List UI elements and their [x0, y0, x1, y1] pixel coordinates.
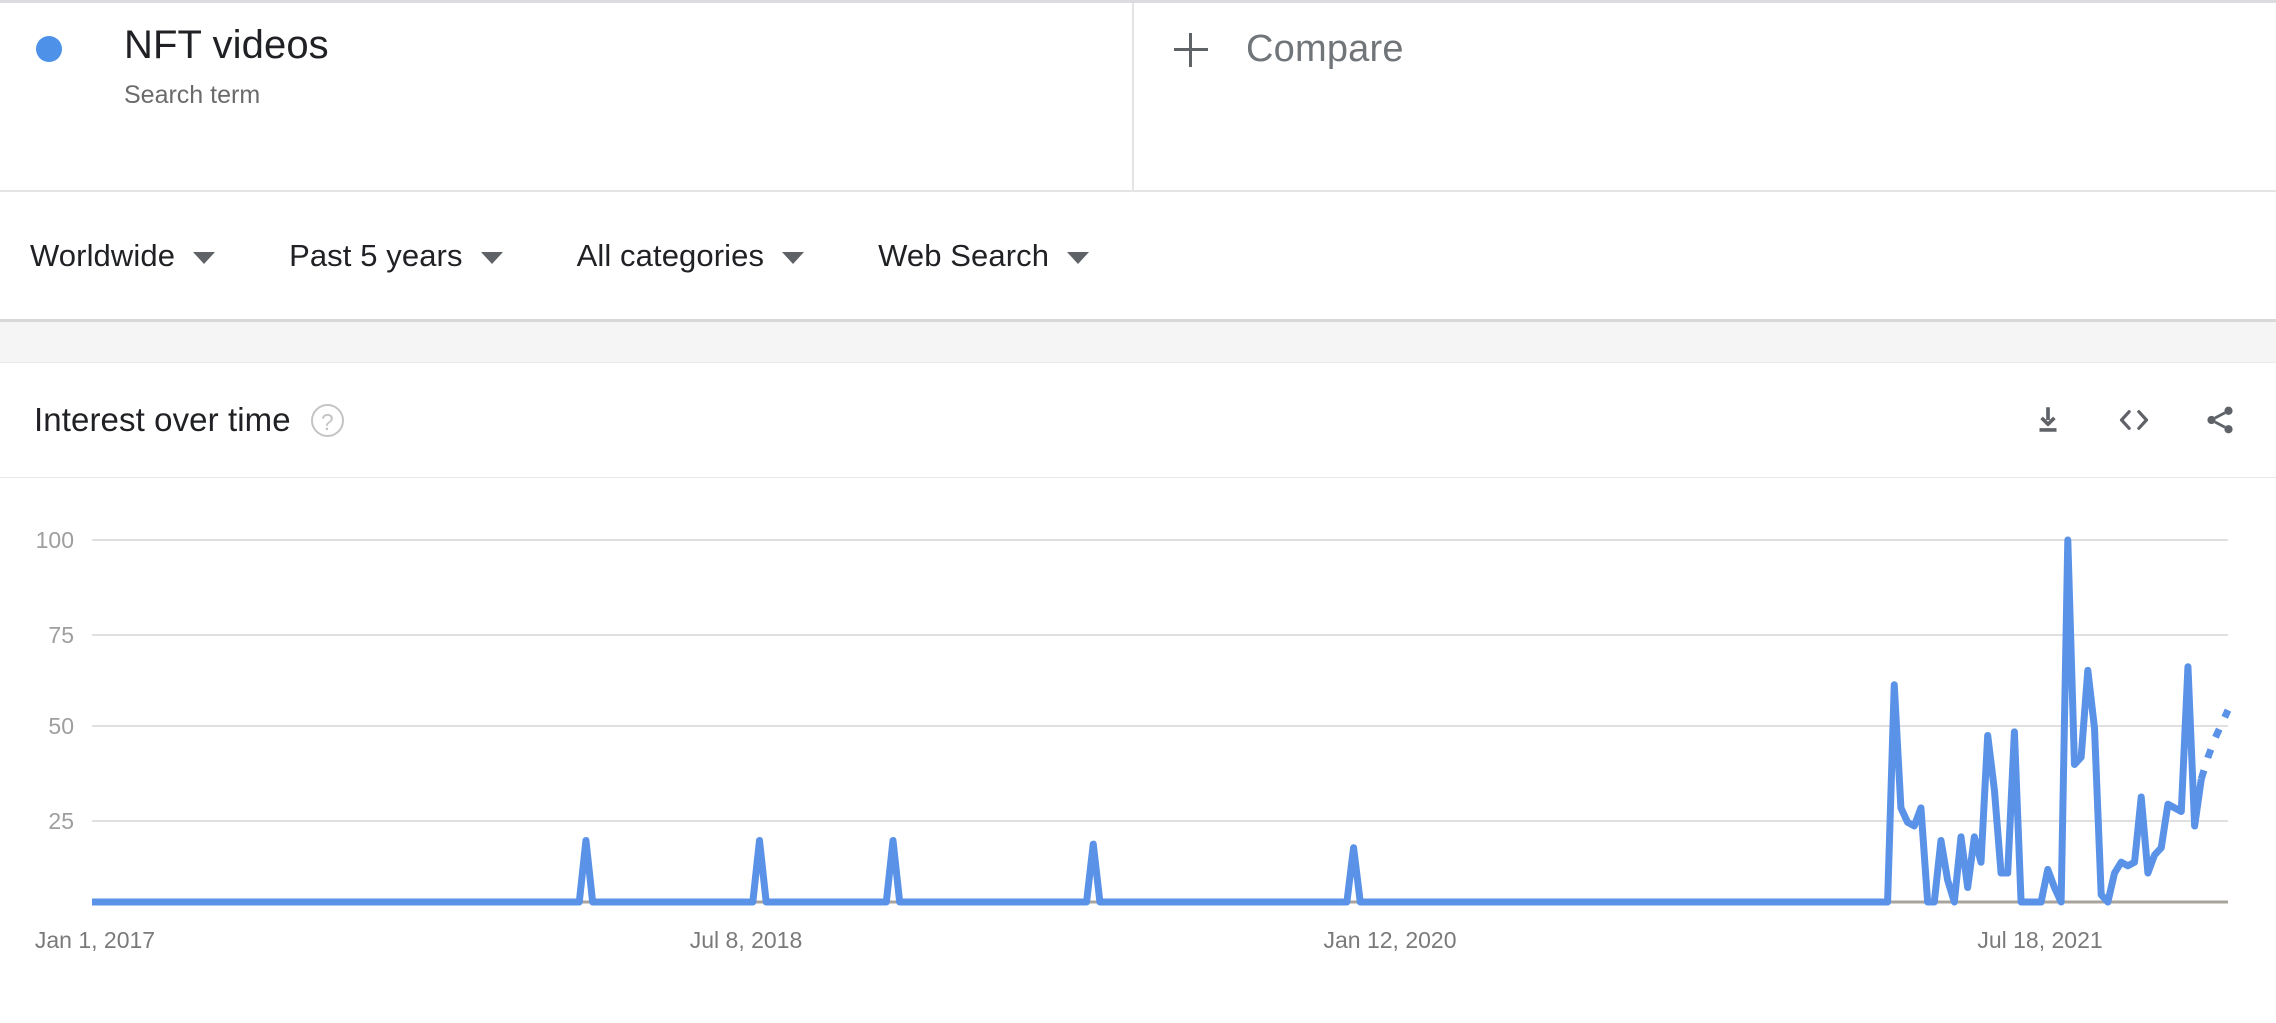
filter-search-type-label: Web Search [878, 237, 1050, 273]
compare-label: Compare [1246, 28, 1404, 70]
search-term-bar: NFT videos Search term Compare [0, 0, 2276, 192]
search-term-card[interactable]: NFT videos Search term [0, 0, 1134, 190]
y-axis-ticks: 100 75 50 25 [36, 527, 74, 834]
series-partial-path [2197, 708, 2232, 780]
page-title: Interest over time [34, 401, 291, 438]
series-color-dot [36, 36, 62, 62]
compare-cell: Compare [1134, 0, 2276, 190]
filter-location[interactable]: Worldwide [30, 237, 216, 274]
plus-icon [1174, 32, 1208, 67]
add-comparison-button[interactable]: Compare [1174, 28, 1404, 71]
chevron-down-icon [1067, 251, 1090, 264]
series-line-path [92, 536, 2205, 906]
download-icon[interactable] [2028, 400, 2068, 440]
interest-over-time-header: Interest over time ? [0, 363, 2276, 478]
search-term-subtitle: Search term [124, 81, 261, 109]
filter-time-range[interactable]: Past 5 years [289, 238, 503, 274]
chart-gridlines [92, 539, 2228, 904]
filter-bar: Worldwide Past 5 years All categories We… [0, 192, 2276, 322]
x-axis-ticks: Jan 1, 2017 Jul 8, 2018 Jan 12, 2020 Jul… [35, 927, 2103, 953]
filter-search-type[interactable]: Web Search [878, 237, 1090, 274]
help-icon[interactable]: ? [310, 403, 344, 437]
search-term-title: NFT videos [124, 23, 329, 67]
embed-icon[interactable] [2114, 400, 2154, 440]
x-tick-1: Jul 8, 2018 [690, 927, 803, 953]
interest-over-time-chart[interactable]: 100 75 50 25 Jan 1, 2017 Jul 8, 2018 Jan… [0, 478, 2276, 1023]
chevron-down-icon [782, 251, 805, 264]
y-tick-100: 100 [36, 527, 74, 553]
x-tick-0: Jan 1, 2017 [35, 927, 155, 953]
filter-category-label: All categories [576, 237, 765, 273]
chevron-down-icon [193, 251, 216, 264]
series-nft-videos [92, 536, 2232, 906]
chart-svg: 100 75 50 25 Jan 1, 2017 Jul 8, 2018 Jan… [35, 527, 2232, 953]
y-tick-50: 50 [48, 713, 74, 739]
filter-category[interactable]: All categories [577, 238, 805, 274]
x-tick-2: Jan 12, 2020 [1323, 927, 1456, 953]
chevron-down-icon [480, 251, 503, 264]
x-tick-3: Jul 18, 2021 [1977, 927, 2102, 953]
section-divider-band [0, 322, 2276, 363]
filter-location-label: Worldwide [30, 237, 176, 273]
share-icon[interactable] [2200, 400, 2240, 440]
y-tick-25: 25 [48, 808, 74, 834]
filter-time-range-label: Past 5 years [289, 237, 463, 273]
y-tick-75: 75 [48, 622, 74, 648]
